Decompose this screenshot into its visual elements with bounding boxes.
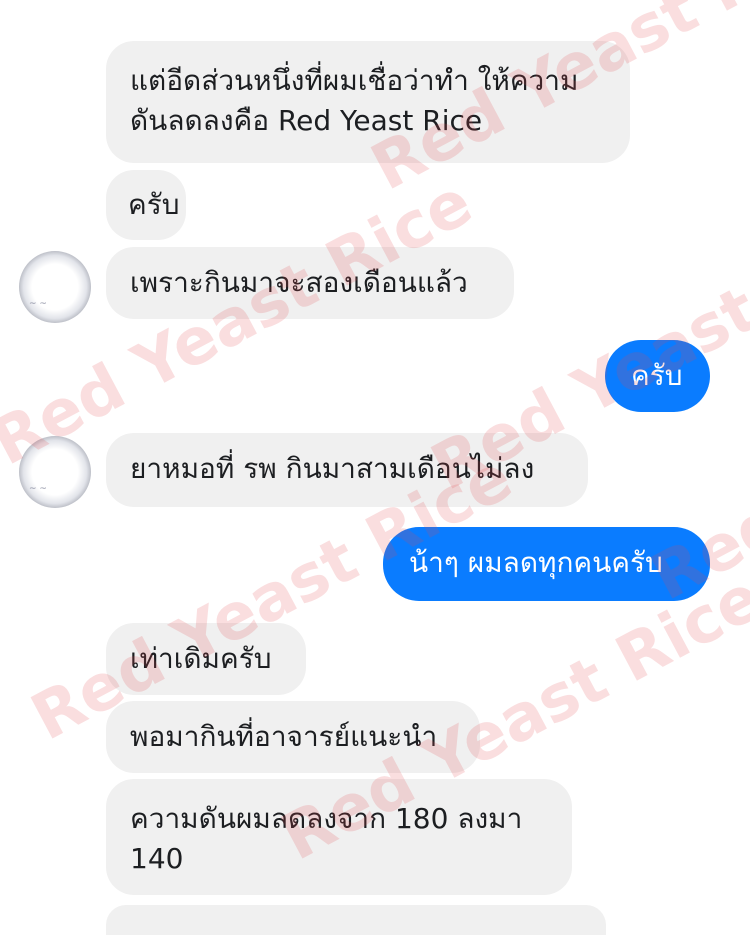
message-bubble-outgoing[interactable]: น้าๆ ผมลดทุกคนครับ <box>383 527 710 601</box>
message-bubble-incoming[interactable]: ยาหมอที่ รพ กินมาสามเดือนไม่ลง <box>106 433 588 507</box>
message-bubble-incoming[interactable]: เพราะกินมาจะสองเดือนแล้ว <box>106 247 514 319</box>
message-bubble-incoming[interactable]: แต่อีดส่วนหนึ่งที่ผมเชื่อว่าทำ ให้ความ ด… <box>106 41 630 163</box>
message-bubble-incoming[interactable]: ความดันผมลดลงจาก 180 ลงมา 140 <box>106 779 572 895</box>
message-bubble-outgoing[interactable]: ครับ <box>605 340 710 412</box>
avatar-photo-icon: ~ ~ <box>29 299 47 309</box>
message-bubble-partial[interactable] <box>106 905 606 935</box>
message-bubble-incoming[interactable]: พอมากินที่อาจารย์แนะนำ <box>106 701 480 773</box>
sender-avatar[interactable]: ~ ~ <box>19 251 91 323</box>
avatar-photo-icon: ~ ~ <box>29 484 47 494</box>
message-bubble-incoming[interactable]: ครับ <box>106 170 186 240</box>
message-bubble-incoming[interactable]: เท่าเดิมครับ <box>106 623 306 695</box>
sender-avatar[interactable]: ~ ~ <box>19 436 91 508</box>
